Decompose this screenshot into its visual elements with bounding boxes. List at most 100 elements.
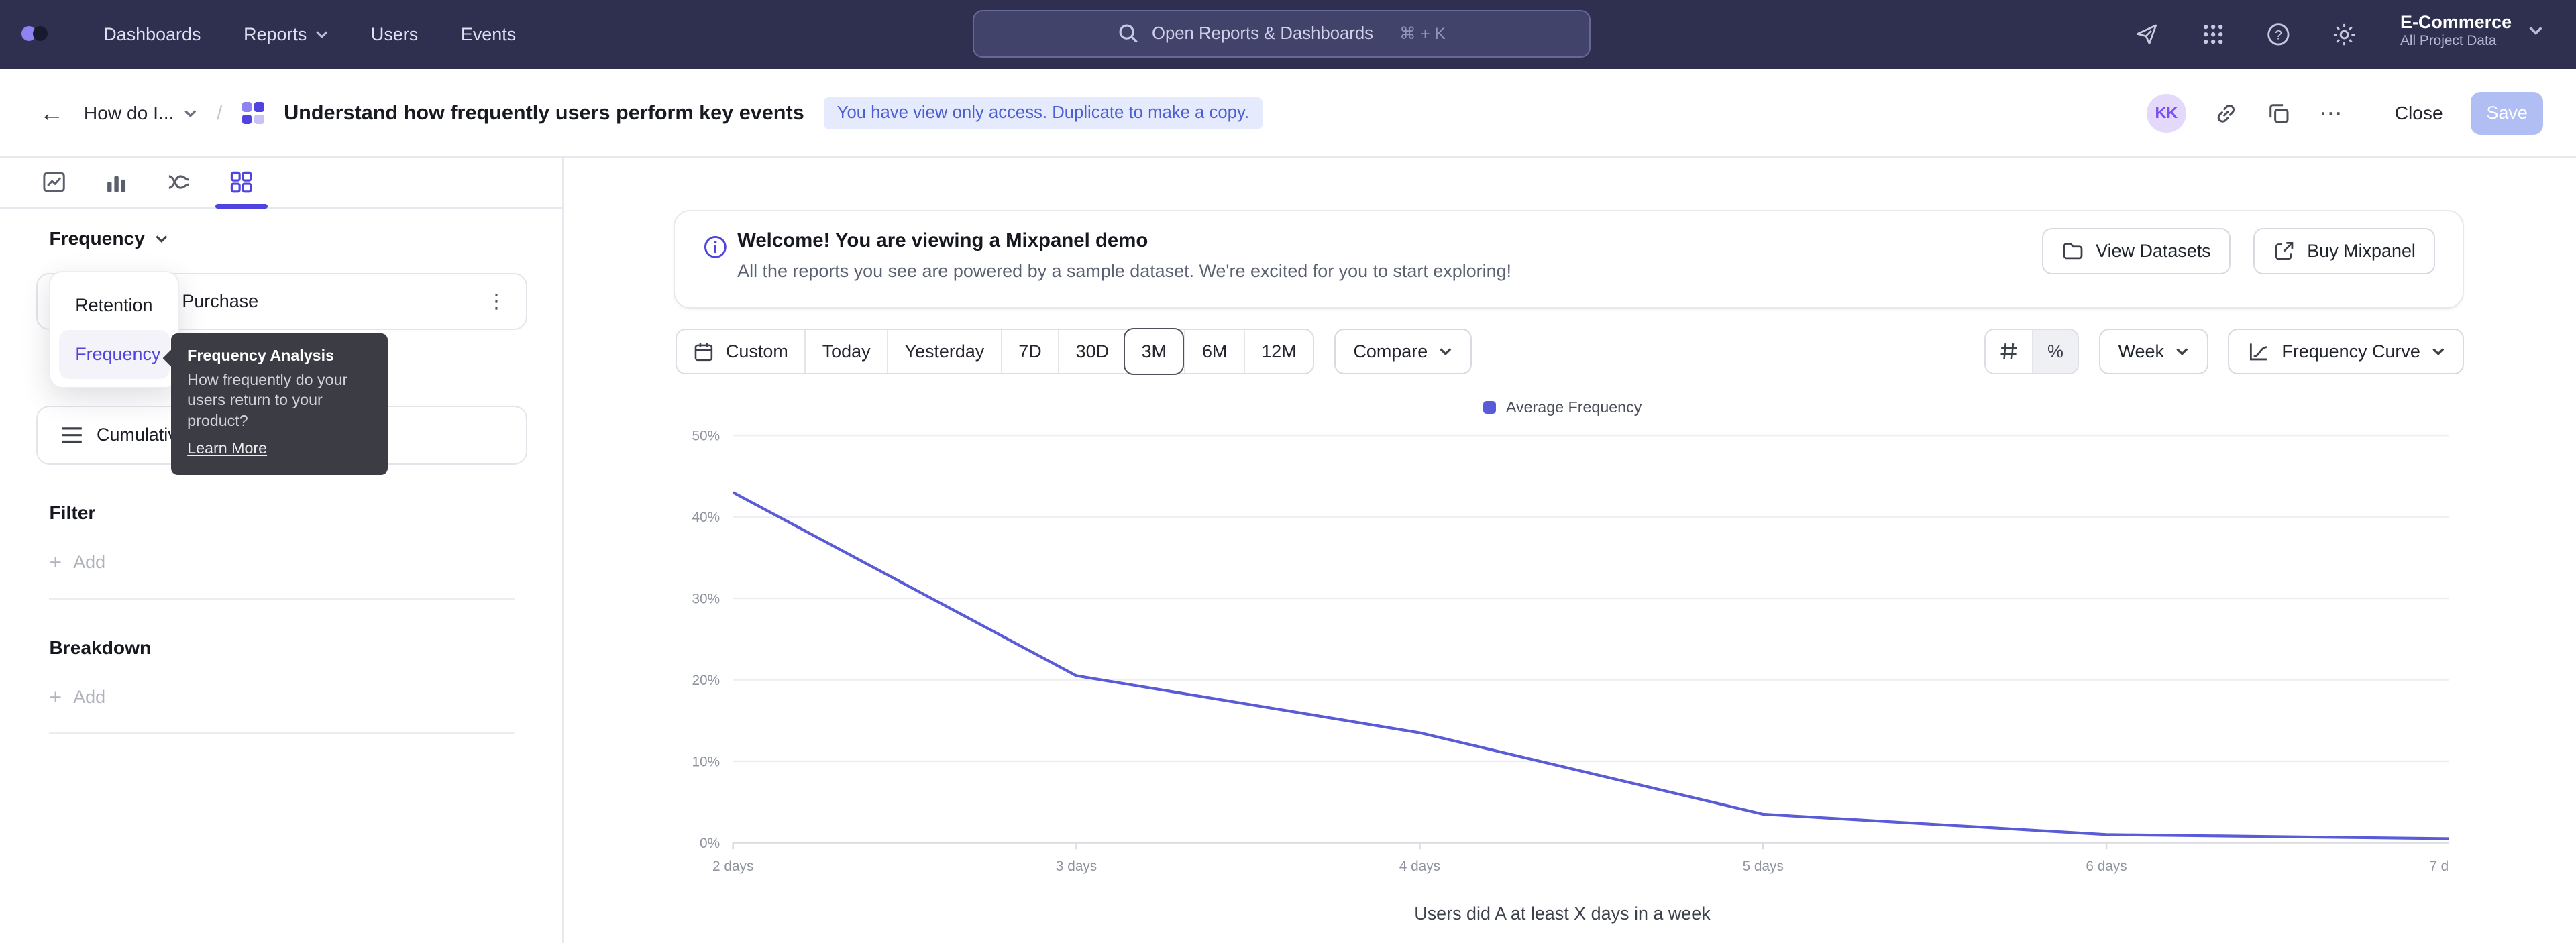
date-preset-today[interactable]: Today [804,330,887,374]
nav-utility-icons: ? [2133,0,2359,69]
compare-button[interactable]: Compare [1334,329,1472,375]
date-preset-6m[interactable]: 6M [1184,330,1243,374]
chart-toolbar-right: % Week Frequency Curve [1984,329,2464,375]
event-kebab-menu[interactable]: ⋮ [486,290,506,313]
svg-text:0%: 0% [700,836,720,851]
chart-caption: Users did A at least X days in a week [676,903,2450,924]
nav-item-dashboards[interactable]: Dashboards [103,24,201,45]
svg-text:30%: 30% [692,591,720,606]
chevron-down-icon [2432,347,2445,355]
report-header-left: ← How do I... / Understand how frequentl… [40,69,1263,158]
percentage-icon[interactable]: % [2032,330,2078,374]
more-menu-button[interactable]: ⋯ [2319,100,2344,127]
banner-body: All the reports you see are powered by a… [737,261,1511,282]
frequency-chart-svg[interactable]: 0%10%20%30%40%50%2 days3 days4 days5 day… [676,424,2450,884]
help-icon[interactable]: ? [2264,19,2294,49]
filter-add-button[interactable]: + Add [49,552,105,573]
event-name: Purchase [182,291,258,312]
plus-icon: + [49,687,62,708]
dropdown-item-retention[interactable]: Retention [59,280,170,329]
date-preset-3m[interactable]: 3M [1124,328,1184,374]
date-preset-label: Today [822,341,871,362]
logo-dot-2 [33,26,48,41]
svg-text:4 days: 4 days [1399,858,1440,874]
chevron-down-icon [184,109,197,117]
buy-mixpanel-label: Buy Mixpanel [2307,241,2416,262]
chart-type-label: Frequency Curve [2282,341,2420,362]
tooltip-body: How frequently do your users return to y… [187,370,371,431]
project-name: E-Commerce [2400,11,2512,33]
apps-grid-icon[interactable] [2198,19,2228,49]
buy-mixpanel-button[interactable]: Buy Mixpanel [2253,228,2435,274]
view-only-badge: You have view only access. Duplicate to … [824,97,1263,130]
nav-item-events[interactable]: Events [461,24,516,45]
save-button[interactable]: Save [2471,92,2543,135]
granularity-dropdown[interactable]: Week [2099,329,2208,375]
divider [49,598,514,599]
breakdown-add-label: Add [73,687,105,708]
project-switcher[interactable]: E-Commerce All Project Data [2400,11,2543,50]
nav-item-label: Dashboards [103,24,201,45]
compare-label: Compare [1353,341,1428,362]
project-scope: All Project Data [2400,33,2512,50]
date-preset-custom[interactable]: Custom [677,330,805,374]
chevron-down-icon [2528,25,2543,36]
line-chart-icon [2247,340,2270,363]
demo-banner: Welcome! You are viewing a Mixpanel demo… [674,210,2464,309]
banner-title: Welcome! You are viewing a Mixpanel demo [737,229,1148,252]
date-preset-12m[interactable]: 12M [1244,330,1313,374]
primary-nav: Dashboards Reports Users Events [103,0,516,69]
view-datasets-button[interactable]: View Datasets [2042,228,2231,274]
value-format-toggle: % [1984,329,2079,375]
date-preset-yesterday[interactable]: Yesterday [887,330,1001,374]
global-search[interactable]: Open Reports & Dashboards ⌘ + K [973,10,1591,58]
tab-funnels-icon[interactable] [103,169,129,195]
report-header-right: KK ⋯ Close Save [2147,69,2543,158]
svg-text:50%: 50% [692,428,720,443]
svg-text:10%: 10% [692,754,720,769]
date-preset-30d[interactable]: 30D [1058,330,1125,374]
metric-selector[interactable]: Frequency [49,228,168,249]
view-datasets-label: View Datasets [2096,241,2211,262]
avatar[interactable]: KK [2147,94,2186,133]
report-type-icon [242,102,264,124]
banner-buttons: View Datasets Buy Mixpanel [2042,228,2435,274]
chart-toolbar: Custom Today Yesterday 7D 30D 3M 6M 12M … [676,329,2465,375]
chart-type-dropdown[interactable]: Frequency Curve [2228,329,2465,375]
send-icon[interactable] [2133,19,2162,49]
svg-text:40%: 40% [692,510,720,525]
plus-icon: + [49,552,62,573]
duplicate-icon[interactable] [2267,101,2292,126]
report-title: Understand how frequently users perform … [284,101,804,125]
nav-item-users[interactable]: Users [371,24,418,45]
date-preset-label: 12M [1261,341,1296,362]
divider [49,732,514,734]
absolute-numbers-icon[interactable] [1986,330,2032,374]
svg-text:20%: 20% [692,673,720,688]
nav-item-label: Users [371,24,418,45]
tab-flows-icon[interactable] [166,169,192,195]
info-icon [703,235,728,260]
search-placeholder: Open Reports & Dashboards [1152,24,1373,44]
tab-retention-icon[interactable] [228,169,254,195]
date-preset-7d[interactable]: 7D [1001,330,1058,374]
legend-swatch [1483,401,1497,414]
chart-legend[interactable]: Average Frequency [676,398,2450,417]
settings-gear-icon[interactable] [2330,19,2359,49]
calendar-icon [693,341,714,362]
back-button[interactable]: ← [40,99,64,127]
datasets-icon [2061,239,2084,262]
link-icon[interactable] [2214,101,2239,126]
date-preset-label: 30D [1076,341,1109,362]
frequency-chart[interactable]: Average Frequency 0%10%20%30%40%50%2 day… [676,398,2450,924]
learn-more-link[interactable]: Learn More [187,439,267,457]
dropdown-item-frequency[interactable]: Frequency [59,330,170,379]
nav-item-label: Reports [244,24,307,45]
close-button[interactable]: Close [2395,103,2443,124]
breadcrumb[interactable]: How do I... [84,103,197,124]
mixpanel-logo[interactable] [21,26,48,41]
nav-item-reports[interactable]: Reports [244,24,328,45]
granularity-label: Week [2118,341,2164,362]
breakdown-add-button[interactable]: + Add [49,687,105,708]
tab-insights-icon[interactable] [41,169,67,195]
